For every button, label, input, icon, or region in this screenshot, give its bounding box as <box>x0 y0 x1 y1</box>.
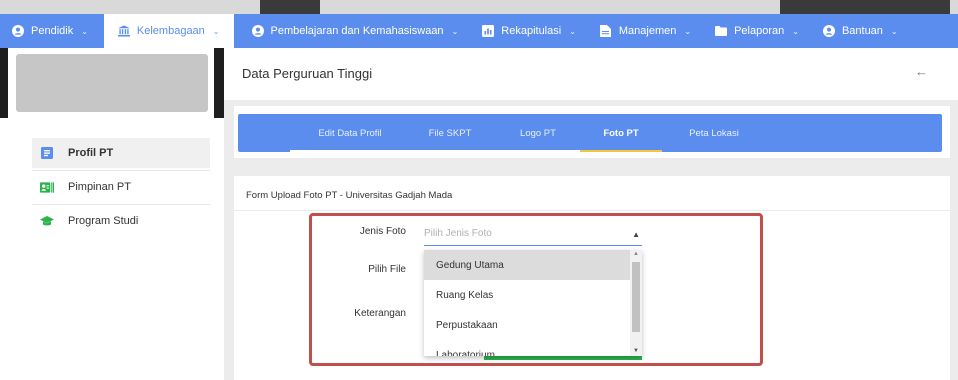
nav-item-label: Pembelajaran dan Kemahasiswaan <box>270 25 444 37</box>
sidebar-item-label: Pimpinan PT <box>68 181 131 193</box>
chevron-down-icon: ⌄ <box>684 26 692 36</box>
upload-form-card: Form Upload Foto PT - Universitas Gadjah… <box>234 176 950 380</box>
page-header: Data Perguruan Tinggi ← <box>224 48 958 100</box>
keterangan-label: Keterangan <box>354 308 406 319</box>
scroll-up-icon[interactable]: ▲ <box>633 251 639 257</box>
institution-icon <box>117 25 130 37</box>
tab-file-skpt[interactable]: File SKPT <box>418 114 482 152</box>
nav-item-pembelajaran[interactable]: Pembelajaran dan Kemahasiswaan ⌄ <box>240 14 471 48</box>
sidebar-item-label: Program Studi <box>68 215 139 227</box>
sidebar-dark-edge <box>214 48 224 118</box>
sidebar-item-profil-pt[interactable]: Profil PT <box>32 138 210 168</box>
active-tab-indicator <box>580 150 662 152</box>
dropdown-option-laboratorium[interactable]: Laboratorium <box>424 326 630 356</box>
select-placeholder: Pilih Jenis Foto <box>424 228 492 239</box>
nav-item-label: Bantuan <box>841 25 883 37</box>
nav-item-label: Pelaporan <box>734 25 785 37</box>
jenis-foto-select[interactable]: Pilih Jenis Foto ▲ <box>424 224 642 246</box>
sidebar-item-pimpinan-pt[interactable]: Pimpinan PT <box>32 172 210 202</box>
nav-item-pendidik[interactable]: Pendidik ⌄ <box>0 14 100 48</box>
tabs-card: Edit Data Profil File SKPT Logo PT Foto … <box>234 106 950 158</box>
arrow-left-icon[interactable]: ← <box>915 64 928 79</box>
profile-banner-placeholder <box>16 54 208 112</box>
jenis-foto-dropdown: Gedung Utama Ruang Kelas Perpustakaan La… <box>424 250 642 356</box>
contact-card-icon <box>40 180 54 194</box>
chevron-down-icon: ⌄ <box>890 26 898 36</box>
chevron-down-icon: ⌄ <box>569 26 576 36</box>
form-divider <box>234 210 950 211</box>
nav-item-bantuan[interactable]: Bantuan ⌄ <box>811 14 910 48</box>
top-strip-dark-block <box>260 0 320 14</box>
sidebar: Profil PT Pimpinan PT Program Studi <box>0 48 224 380</box>
tab-peta-lokasi[interactable]: Peta Lokasi <box>682 114 746 152</box>
dropdown-scrollbar[interactable]: ▲ ▼ <box>630 250 642 356</box>
caret-up-icon: ▲ <box>632 230 640 239</box>
id-card-icon <box>40 146 54 160</box>
sidebar-dark-edge <box>0 48 8 118</box>
tab-foto-pt[interactable]: Foto PT <box>580 114 662 152</box>
nav-item-manajemen[interactable]: Manajemen ⌄ <box>588 14 703 48</box>
chevron-down-icon: ⌄ <box>451 26 459 36</box>
nav-item-kelembagaan[interactable]: Kelembagaan ⌄ <box>103 14 234 48</box>
pilih-file-label: Pilih File <box>368 264 406 275</box>
top-strip-dark-block <box>780 0 950 14</box>
nav-item-label: Manajemen <box>618 25 677 37</box>
browser-top-strip <box>0 0 958 14</box>
nav-item-label: Rekapitulasi <box>501 25 562 37</box>
nav-item-label: Kelembagaan <box>136 25 205 37</box>
sidebar-divider <box>32 170 210 171</box>
dropdown-option-ruang-kelas[interactable]: Ruang Kelas <box>424 280 630 310</box>
user-circle-icon <box>822 25 835 37</box>
scroll-down-icon[interactable]: ▼ <box>633 348 639 354</box>
chevron-down-icon: ⌄ <box>81 26 88 36</box>
document-icon <box>600 25 612 37</box>
nav-item-pelaporan[interactable]: Pelaporan ⌄ <box>703 14 811 48</box>
chevron-down-icon: ⌄ <box>212 26 220 36</box>
graduation-cap-icon <box>40 214 54 228</box>
sidebar-item-program-studi[interactable]: Program Studi <box>32 206 210 236</box>
form-title: Form Upload Foto PT - Universitas Gadjah… <box>246 190 453 201</box>
folder-icon <box>715 25 728 37</box>
user-circle-icon <box>12 25 24 37</box>
page-title: Data Perguruan Tinggi <box>242 66 373 81</box>
scrollbar-thumb[interactable] <box>632 262 640 332</box>
tab-bar: Edit Data Profil File SKPT Logo PT Foto … <box>238 114 942 152</box>
tab-edit-data-profil[interactable]: Edit Data Profil <box>308 114 392 152</box>
sidebar-divider <box>32 204 210 205</box>
nav-item-rekapitulasi[interactable]: Rekapitulasi ⌄ <box>470 14 588 48</box>
user-circle-icon <box>251 25 264 37</box>
chevron-down-icon: ⌄ <box>792 26 799 36</box>
chart-icon <box>482 25 495 37</box>
sidebar-item-label: Profil PT <box>68 147 114 159</box>
tab-logo-pt[interactable]: Logo PT <box>510 114 566 152</box>
dropdown-option-gedung-utama[interactable]: Gedung Utama <box>424 250 630 280</box>
nav-item-label: Pendidik <box>31 25 74 37</box>
top-nav: Pendidik ⌄ Kelembagaan ⌄ Pembelajaran da… <box>0 14 958 48</box>
jenis-foto-label: Jenis Foto <box>359 226 406 237</box>
